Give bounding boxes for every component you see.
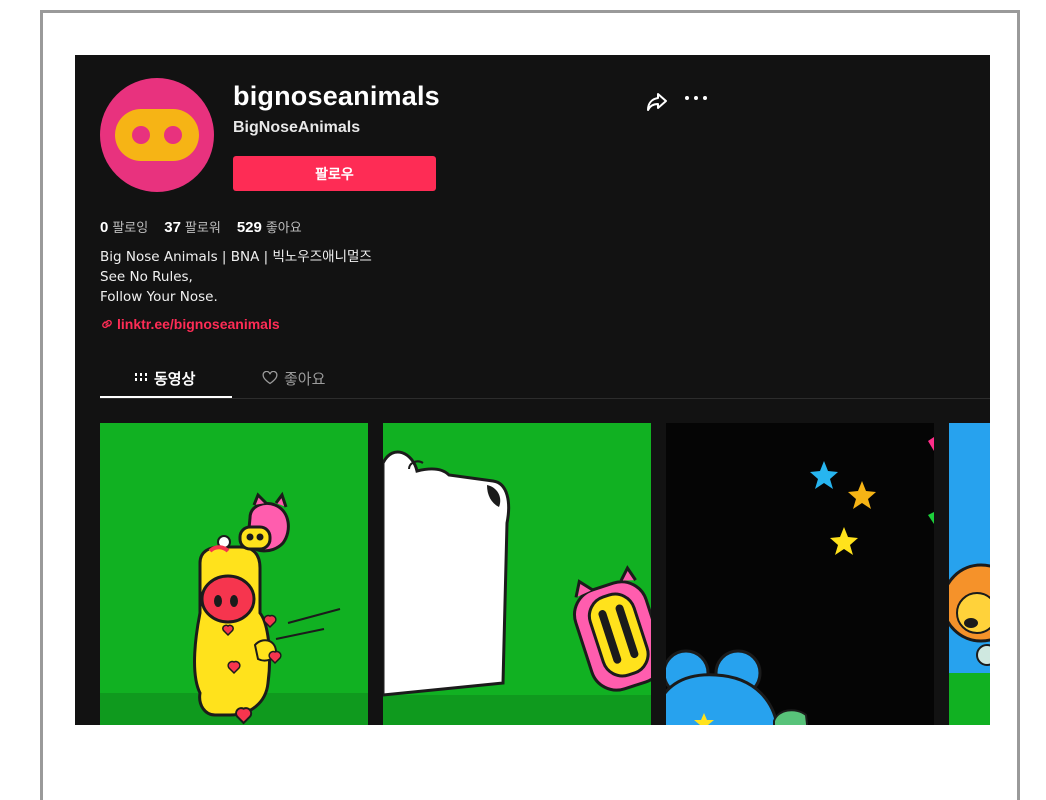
bio-line: See No Rules,: [100, 269, 193, 285]
tab-videos-label: 동영상: [154, 369, 196, 388]
bio-line: Follow Your Nose.: [100, 289, 218, 305]
stat-label: 팔로워: [184, 221, 221, 236]
follow-button[interactable]: 팔로우: [233, 156, 436, 191]
stat-likes: 529 좋아요: [237, 217, 302, 236]
profile-tabs: 동영상 좋아요: [100, 361, 990, 399]
profile-page: bignoseanimals BigNoseAnimals 팔로우 0 팔로잉 3…: [75, 55, 990, 725]
stat-label: 좋아요: [265, 221, 302, 236]
more-icon[interactable]: [685, 87, 711, 107]
heart-outline-icon: [262, 371, 278, 385]
profile-link[interactable]: linktr.ee/bignoseanimals: [100, 316, 280, 332]
profile-link-text: linktr.ee/bignoseanimals: [117, 316, 280, 332]
stat-following[interactable]: 0 팔로잉: [100, 217, 148, 236]
tab-likes-label: 좋아요: [284, 369, 326, 388]
bio-line: Big Nose Animals | BNA | 빅노우즈애니멀즈: [100, 249, 372, 265]
stat-label: 팔로잉: [112, 221, 149, 236]
stat-value: 0: [100, 219, 109, 236]
bio: Big Nose Animals | BNA | 빅노우즈애니멀즈 See No…: [100, 247, 372, 307]
video-thumbnail[interactable]: [666, 423, 934, 725]
tab-videos[interactable]: 동영상: [134, 361, 195, 395]
video-thumbnail[interactable]: [383, 423, 651, 725]
video-thumbnail[interactable]: [949, 423, 990, 725]
video-thumbnail[interactable]: [100, 423, 368, 725]
grid-icon: [135, 373, 147, 381]
avatar-nostril: [132, 126, 150, 144]
display-name: BigNoseAnimals: [233, 119, 361, 136]
avatar[interactable]: [100, 78, 214, 192]
share-icon[interactable]: [645, 91, 669, 118]
tab-likes[interactable]: 좋아요: [262, 361, 325, 395]
stat-followers[interactable]: 37 팔로워: [164, 217, 221, 236]
profile-stats: 0 팔로잉 37 팔로워 529 좋아요: [100, 217, 302, 236]
link-icon: [102, 319, 112, 329]
avatar-nose: [115, 109, 199, 161]
tab-divider: [100, 398, 990, 399]
stat-value: 529: [236, 219, 262, 236]
username: bignoseanimals: [233, 81, 440, 111]
avatar-nostril: [164, 126, 182, 144]
stat-value: 37: [164, 219, 181, 236]
